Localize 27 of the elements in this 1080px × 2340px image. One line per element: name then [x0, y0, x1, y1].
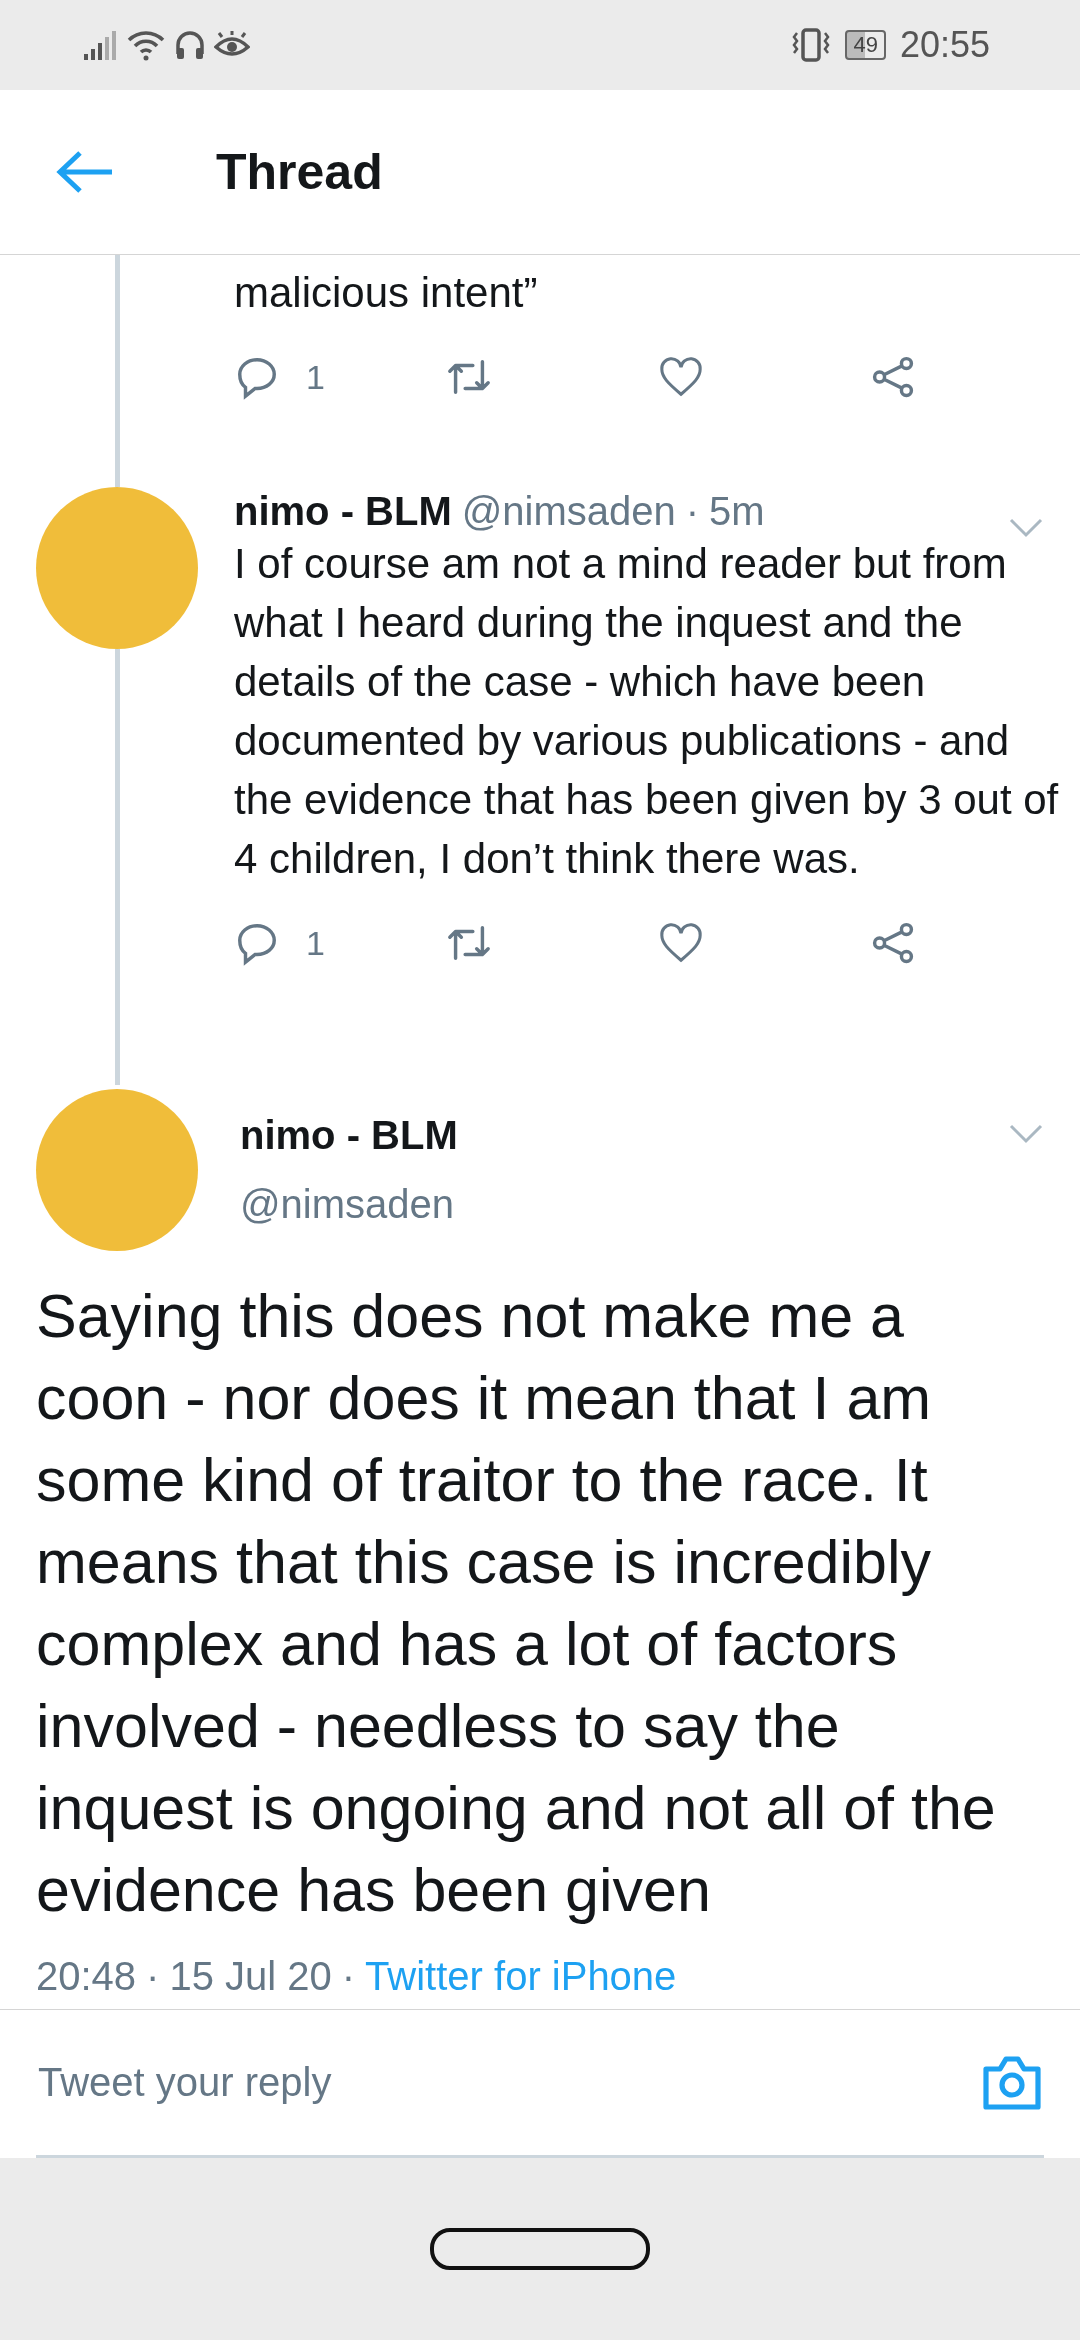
display-name[interactable]: nimo - BLM	[234, 489, 452, 534]
share-icon[interactable]	[870, 354, 916, 400]
handle[interactable]: @nimsaden	[461, 489, 676, 534]
reply-field[interactable]: Tweet your reply	[36, 2059, 980, 2106]
handle[interactable]: @nimsaden	[240, 1182, 1050, 1227]
tweet-time: 20:48	[36, 1953, 137, 1999]
status-time: 20:55	[899, 24, 990, 66]
headphones-icon	[174, 28, 206, 62]
page-title: Thread	[216, 143, 383, 201]
tweet-date: 15 Jul 20	[169, 1953, 332, 1999]
share-icon[interactable]	[870, 920, 916, 966]
tweet-text: malicious intent”	[234, 268, 539, 318]
source-link[interactable]: Twitter for iPhone	[365, 1953, 677, 1999]
reply-count: 1	[306, 923, 325, 963]
separator-dot: ·	[341, 1953, 356, 1999]
separator-dot: ·	[685, 489, 700, 534]
signal-icon	[84, 30, 118, 60]
tweet-text: Saying this does not make me a coon - nor does it mean that I am some kind of traitor to the race. It means that this case is incredibly complex and has a lot of factors involved - needless to say the inquest is ongoing and not all of the evidence has been given	[35, 1281, 997, 1926]
tweet-age: 5m	[709, 489, 765, 534]
home-indicator[interactable]	[430, 2228, 650, 2270]
reply-count: 1	[306, 357, 325, 397]
wifi-icon	[126, 29, 166, 61]
separator-dot: ·	[146, 1953, 160, 1999]
battery-indicator: 49	[845, 30, 886, 60]
display-name[interactable]: nimo - BLM	[240, 1113, 1050, 1158]
vibrate-icon	[791, 28, 832, 62]
tweet-text: I of course am not a mind reader but from what I heard during the inquest and the details of the case - which have been documented by various publications - and the evidence that has been given by 3 out of 4 children, I don’t think there was.	[234, 539, 1060, 884]
